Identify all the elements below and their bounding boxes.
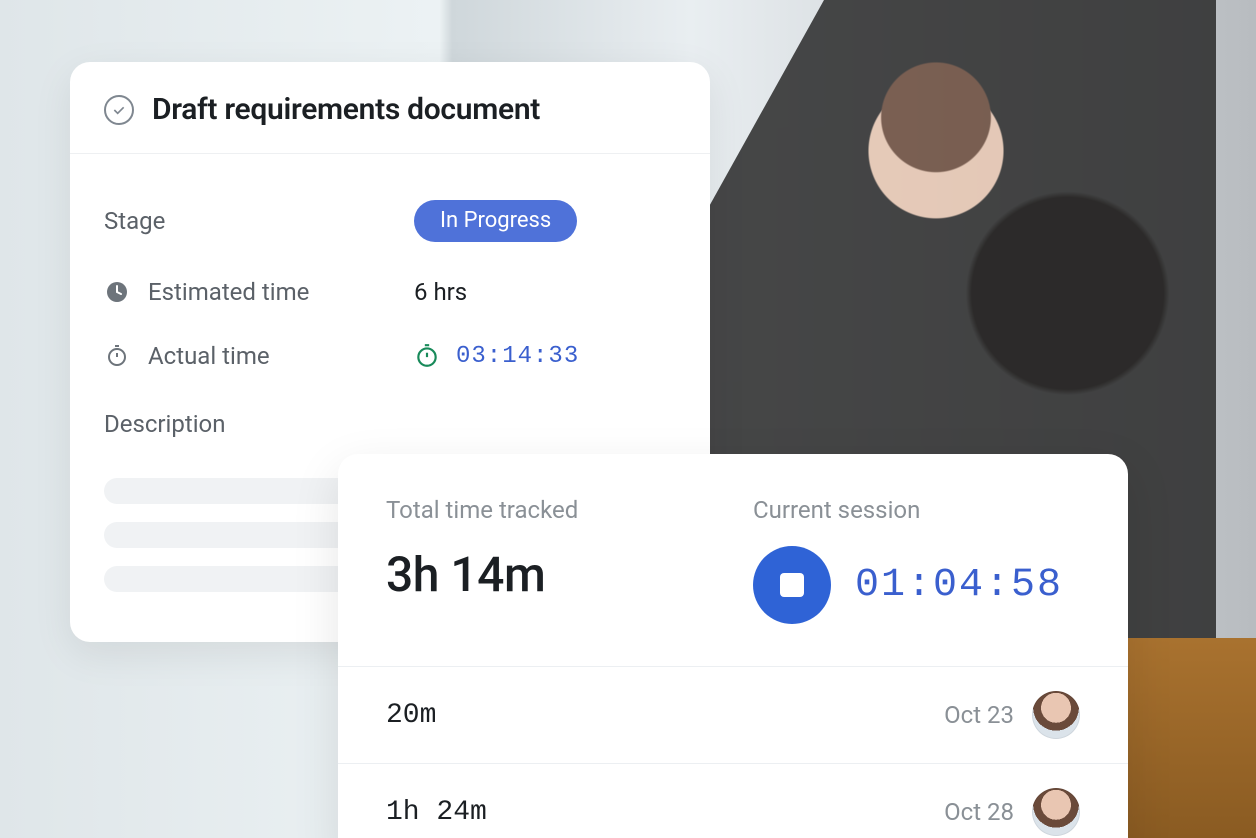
task-header: Draft requirements document [70, 62, 710, 154]
entry-duration: 20m [386, 700, 436, 731]
estimated-time-label: Estimated time [148, 278, 309, 306]
entry-date: Oct 28 [944, 798, 1014, 826]
total-time-label: Total time tracked [386, 496, 713, 524]
task-title: Draft requirements document [152, 92, 540, 127]
entry-date: Oct 23 [944, 701, 1014, 729]
total-time-col: Total time tracked 3h 14m [386, 496, 713, 624]
current-session-col: Current session 01:04:58 [753, 496, 1080, 624]
clock-icon [104, 279, 130, 305]
actual-time-value: 03:14:33 [456, 343, 579, 370]
estimated-time-row: Estimated time 6 hrs [104, 260, 676, 324]
stage-row: Stage In Progress [104, 182, 676, 260]
user-avatar [1032, 691, 1080, 739]
time-entry-row[interactable]: 20m Oct 23 [338, 666, 1128, 763]
stopwatch-outline-icon [104, 343, 130, 369]
stage-pill[interactable]: In Progress [414, 200, 577, 242]
user-avatar [1032, 788, 1080, 836]
complete-checkmark-icon[interactable] [104, 95, 134, 125]
stage-label: Stage [104, 207, 165, 235]
entry-duration: 1h 24m [386, 797, 487, 828]
total-time-value: 3h 14m [386, 546, 713, 603]
time-entry-row[interactable]: 1h 24m Oct 28 [338, 763, 1128, 838]
actual-time-label: Actual time [148, 342, 270, 370]
stop-icon [780, 573, 804, 597]
current-session-label: Current session [753, 496, 1080, 524]
session-time-value: 01:04:58 [855, 563, 1063, 608]
time-tracking-card: Total time tracked 3h 14m Current sessio… [338, 454, 1128, 838]
estimated-time-value: 6 hrs [414, 278, 467, 306]
time-tracking-summary: Total time tracked 3h 14m Current sessio… [338, 454, 1128, 666]
stop-session-button[interactable] [753, 546, 831, 624]
stopwatch-running-icon [414, 343, 440, 369]
actual-time-row: Actual time 03:14:33 [104, 324, 676, 388]
description-label: Description [104, 388, 676, 438]
